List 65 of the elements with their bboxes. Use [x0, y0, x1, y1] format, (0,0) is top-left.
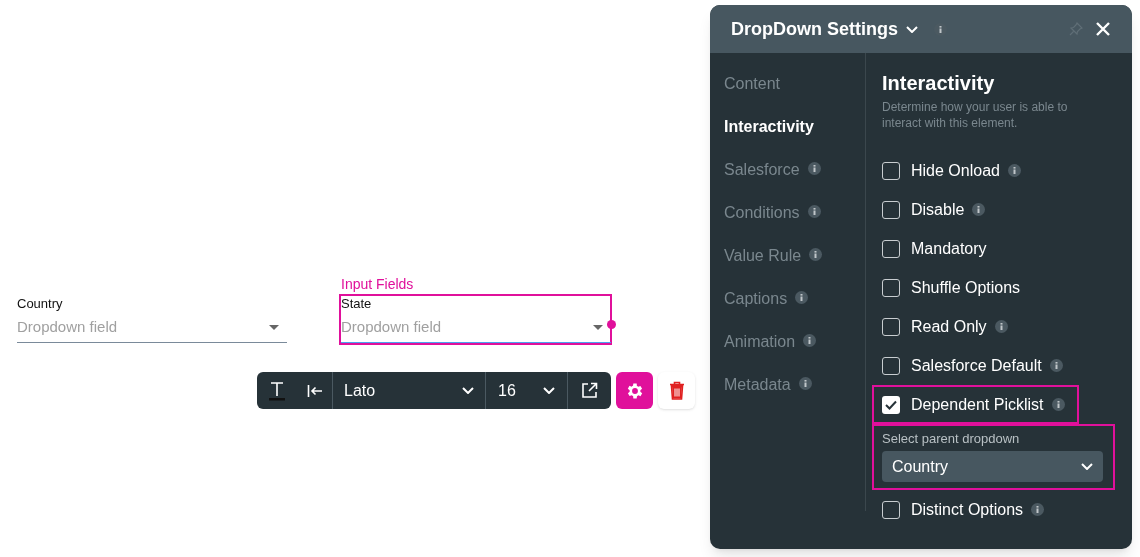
nav-tab[interactable]: Animation [724, 330, 796, 354]
trash-icon [668, 381, 685, 400]
option-label: Dependent Picklist [911, 394, 1044, 415]
info-icon[interactable] [795, 291, 809, 304]
chevron-down-icon[interactable] [906, 26, 918, 33]
size-select[interactable]: 16 [486, 372, 568, 409]
option-label: Hide Onload [911, 160, 1000, 181]
panel-title: DropDown Settings [731, 17, 898, 41]
parent-dropdown[interactable]: Country [882, 451, 1103, 482]
info-icon[interactable] [972, 203, 986, 216]
option-label: Salesforce Default [911, 355, 1042, 376]
option-label: Mandatory [911, 238, 987, 259]
settings-button[interactable] [616, 372, 653, 409]
info-icon[interactable] [934, 22, 947, 36]
dropdown-caret-icon [593, 325, 603, 330]
info-icon[interactable] [1007, 164, 1021, 177]
dropdown-caret-icon [269, 325, 279, 330]
nav-tab[interactable]: Salesforce [724, 158, 800, 182]
chevron-down-icon [462, 387, 474, 394]
nav-tab[interactable]: Conditions [724, 201, 800, 225]
info-icon[interactable] [1031, 503, 1045, 516]
external-link-icon [581, 382, 598, 399]
option-label: Disable [911, 199, 965, 220]
checkbox[interactable] [882, 278, 900, 297]
nav-tab[interactable]: Interactivity [724, 115, 814, 139]
checkbox[interactable] [882, 500, 900, 519]
delete-button[interactable] [658, 372, 695, 409]
group-label: Input Fields [341, 277, 414, 291]
checkbox[interactable] [882, 356, 900, 375]
info-icon[interactable] [994, 320, 1008, 333]
option-label: Distinct Options [911, 499, 1024, 520]
text-color-icon [269, 380, 285, 401]
field-label: Country [17, 297, 63, 310]
checkbox[interactable] [882, 317, 900, 336]
nav-tab[interactable]: Content [724, 72, 781, 96]
chevron-down-icon [543, 387, 555, 394]
section-heading: Interactivity [882, 71, 996, 96]
nav-tab[interactable]: Value Rule [724, 244, 802, 268]
checkbox[interactable] [882, 200, 900, 219]
section-description: Determine how your user is able to interact with this element. [882, 99, 1069, 131]
nav-tab[interactable]: Metadata [724, 373, 791, 397]
option-label: Read Only [911, 316, 987, 337]
info-icon[interactable] [1049, 359, 1063, 372]
close-button[interactable] [1095, 21, 1111, 37]
nav-tab[interactable]: Captions [724, 287, 788, 311]
field-label: State [341, 297, 372, 310]
font-select[interactable]: Lato [333, 372, 486, 409]
checkbox[interactable] [882, 161, 900, 180]
resize-handle[interactable] [607, 320, 616, 329]
info-icon[interactable] [798, 377, 812, 390]
info-icon[interactable] [1051, 398, 1065, 411]
dropdown-field[interactable]: Dropdown field [341, 313, 611, 343]
checkbox[interactable] [882, 395, 900, 414]
checkbox[interactable] [882, 239, 900, 258]
field-label: Select parent dropdown [882, 430, 1021, 448]
checkmark-icon [885, 399, 897, 410]
info-icon[interactable] [807, 162, 821, 175]
dropdown-field[interactable]: Dropdown field [17, 313, 287, 343]
info-icon[interactable] [807, 205, 821, 218]
indent-icon [306, 383, 323, 398]
info-icon[interactable] [809, 248, 823, 261]
close-icon [1095, 21, 1111, 37]
chevron-down-icon [1081, 463, 1093, 470]
option-label: Shuffle Options [911, 277, 1021, 298]
info-icon[interactable] [803, 334, 817, 347]
